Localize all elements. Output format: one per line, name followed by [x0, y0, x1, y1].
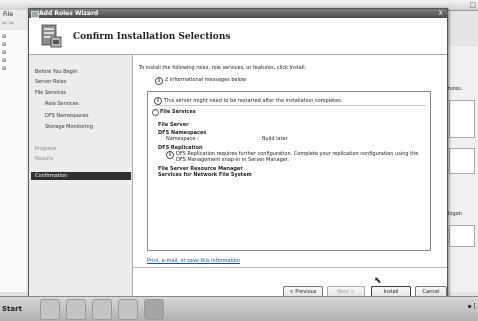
step-before-you-begin[interactable]: Before You Begin	[35, 69, 77, 75]
menu-file[interactable]: File	[3, 11, 13, 18]
print-save-link[interactable]: Print, e-mail, or save this information	[147, 258, 240, 264]
close-icon[interactable]: X	[436, 10, 445, 17]
mouse-cursor-icon: ⬉	[374, 276, 382, 286]
step-dfs-namespaces[interactable]: DFS Namespaces	[45, 113, 88, 119]
namespace-value: Build later	[262, 136, 288, 142]
step-role-services[interactable]: Role Services	[45, 101, 78, 107]
info-messages-count: 2 informational messages below	[165, 77, 247, 83]
tree-expander-icon[interactable]: ⊞	[2, 66, 6, 72]
step-confirmation[interactable]: Confirmation	[31, 172, 131, 180]
step-progress: Progress	[35, 146, 57, 152]
restart-warning-text: This server might need to be restarted a…	[164, 98, 343, 104]
collapse-icon[interactable]: ⌃	[152, 109, 159, 116]
server-roles-icon	[41, 24, 62, 48]
namespace-label: Namespace :	[166, 136, 199, 142]
step-results: Results	[35, 156, 54, 162]
tree-expander-icon[interactable]: ⊞	[2, 58, 6, 64]
replication-note-line2: DFS Management snap-in in Server Manager…	[176, 157, 290, 163]
step-storage-monitoring[interactable]: Storage Monitoring	[45, 124, 93, 130]
wizard-app-icon	[31, 11, 39, 18]
footer-divider	[133, 267, 447, 268]
system-tray[interactable]: ▪ [	[468, 303, 476, 310]
server-manager-taskbar-icon[interactable]	[40, 299, 60, 320]
step-confirmation-label: Confirmation	[35, 173, 68, 179]
item-services-for-nfs: Services for Network File System	[158, 172, 252, 178]
details-box	[449, 148, 475, 174]
step-server-roles[interactable]: Server Roles	[35, 79, 66, 85]
installation-selections-list[interactable]: i This server might need to be restarted…	[147, 91, 431, 251]
tree-expander-icon[interactable]: ⊞	[2, 42, 6, 48]
explorer-taskbar-icon[interactable]	[92, 299, 112, 320]
info-icon: i	[166, 151, 174, 159]
server-manager-tree[interactable]: ⊞ ⊞ ⊞ ⊞ ⊞	[0, 30, 29, 292]
add-roles-wizard-dialog: Add Roles Wizard X Confirm Installation …	[28, 8, 448, 298]
powershell-taskbar-icon[interactable]	[66, 299, 86, 320]
intro-text: To install the following roles, role ser…	[139, 65, 307, 71]
details-text: logon	[448, 211, 462, 217]
page-title: Confirm Installation Selections	[73, 32, 231, 42]
details-box	[449, 100, 475, 138]
wizard-content: To install the following roles, role ser…	[133, 55, 447, 298]
step-file-services[interactable]: File Services	[35, 90, 66, 96]
wizard-steps-nav: Before You Begin Server Roles File Servi…	[29, 55, 133, 297]
info-icon: i	[154, 97, 162, 105]
dialog-title: Add Roles Wizard	[39, 10, 99, 17]
section-file-services: File Services	[160, 109, 196, 115]
back-forward-icon[interactable]: ⇦ ⇨	[2, 20, 14, 27]
start-button[interactable]: Start	[2, 302, 30, 316]
item-file-server: File Server	[158, 122, 189, 128]
info-icon: i	[155, 77, 163, 85]
tree-expander-icon[interactable]: ⊞	[2, 34, 6, 40]
wizard-taskbar-icon[interactable]	[144, 299, 164, 320]
dialog-titlebar[interactable]: Add Roles Wizard X	[29, 9, 447, 18]
wizard-header: Confirm Installation Selections	[29, 18, 447, 55]
maximize-icon[interactable]: □	[469, 1, 476, 9]
tree-expander-icon[interactable]: ⊞	[2, 50, 6, 56]
details-box	[449, 225, 475, 247]
details-text: tures.	[448, 86, 463, 92]
taskbar: Start ▪ [	[0, 296, 478, 321]
restart-warning-row: i This server might need to be restarted…	[152, 96, 426, 106]
folder-taskbar-icon[interactable]	[118, 299, 138, 320]
